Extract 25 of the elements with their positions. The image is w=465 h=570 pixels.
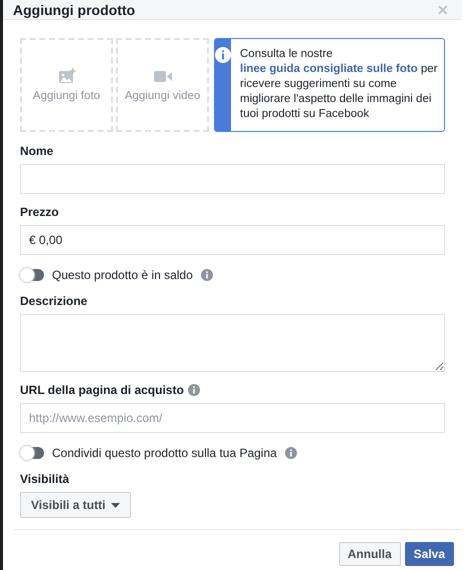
notice-text: Consulta le nostre linee guida consigliate sulle foto per ricevere suggerimenti su come migliorare l'aspetto delle immagini dei tuoi prodotti su Facebook bbox=[239, 47, 438, 122]
field-label: Prezzo bbox=[20, 205, 59, 219]
toggle-label: Questo prodotto è in saldo bbox=[52, 268, 193, 282]
field-label: Descrizione bbox=[20, 294, 88, 308]
add-photo-icon bbox=[58, 68, 76, 84]
field-label: Nome bbox=[20, 144, 54, 158]
dialog-title: Aggiungi prodotto bbox=[13, 2, 136, 18]
toggle-switch[interactable] bbox=[20, 447, 44, 459]
visibility-dropdown[interactable]: Visibili a tutti bbox=[20, 492, 132, 518]
field-label: URL della pagina di acquisto bbox=[20, 383, 184, 397]
media-label: Aggiungi video bbox=[124, 90, 200, 102]
caret-icon bbox=[111, 502, 120, 508]
guidelines-link[interactable]: linee guida consigliate sulle foto bbox=[240, 63, 418, 75]
media-upload-tile[interactable]: Aggiungi video bbox=[116, 38, 209, 132]
toggle-switch[interactable] bbox=[20, 269, 44, 281]
input-field[interactable]: € 0,00 bbox=[20, 225, 445, 255]
media-upload-tile[interactable]: Aggiungi foto bbox=[20, 38, 113, 132]
field-label: Visibilità bbox=[20, 472, 70, 486]
save-button[interactable]: Salva bbox=[404, 542, 454, 566]
media-label: Aggiungi foto bbox=[32, 90, 100, 102]
input-field[interactable] bbox=[20, 164, 445, 194]
video-camera-icon bbox=[154, 68, 172, 84]
cancel-button[interactable]: Annulla bbox=[338, 542, 401, 566]
toggle-label: Condividi questo prodotto sulla tua Pagina bbox=[52, 446, 277, 460]
input-field[interactable]: http://www.esempio.com/ bbox=[20, 403, 445, 433]
